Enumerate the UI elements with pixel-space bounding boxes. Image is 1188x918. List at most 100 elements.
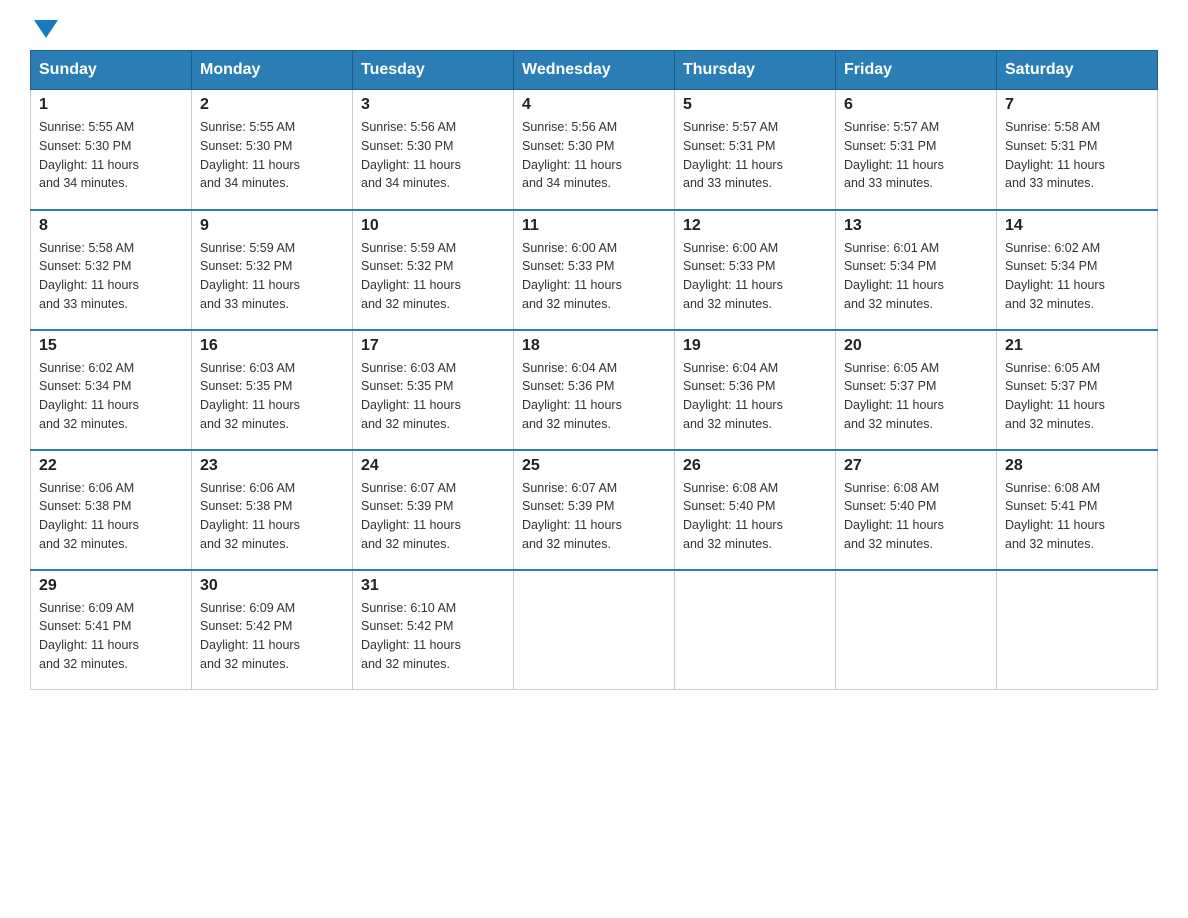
calendar-cell [675,570,836,690]
day-number: 16 [200,337,344,355]
calendar-cell: 16 Sunrise: 6:03 AM Sunset: 5:35 PM Dayl… [192,330,353,450]
day-number: 30 [200,577,344,595]
day-info: Sunrise: 5:58 AM Sunset: 5:31 PM Dayligh… [1005,118,1149,193]
calendar-cell: 3 Sunrise: 5:56 AM Sunset: 5:30 PM Dayli… [353,90,514,210]
calendar-cell: 2 Sunrise: 5:55 AM Sunset: 5:30 PM Dayli… [192,90,353,210]
day-info: Sunrise: 5:57 AM Sunset: 5:31 PM Dayligh… [683,118,827,193]
calendar-cell: 24 Sunrise: 6:07 AM Sunset: 5:39 PM Dayl… [353,450,514,570]
calendar-table: SundayMondayTuesdayWednesdayThursdayFrid… [30,50,1158,690]
day-info: Sunrise: 5:55 AM Sunset: 5:30 PM Dayligh… [39,118,183,193]
calendar-cell: 17 Sunrise: 6:03 AM Sunset: 5:35 PM Dayl… [353,330,514,450]
header-tuesday: Tuesday [353,51,514,90]
day-info: Sunrise: 6:09 AM Sunset: 5:42 PM Dayligh… [200,599,344,674]
calendar-header: SundayMondayTuesdayWednesdayThursdayFrid… [31,51,1158,90]
day-number: 28 [1005,457,1149,475]
day-info: Sunrise: 5:56 AM Sunset: 5:30 PM Dayligh… [361,118,505,193]
week-row-4: 22 Sunrise: 6:06 AM Sunset: 5:38 PM Dayl… [31,450,1158,570]
day-number: 24 [361,457,505,475]
header-wednesday: Wednesday [514,51,675,90]
day-number: 19 [683,337,827,355]
calendar-cell: 20 Sunrise: 6:05 AM Sunset: 5:37 PM Dayl… [836,330,997,450]
day-info: Sunrise: 6:07 AM Sunset: 5:39 PM Dayligh… [361,479,505,554]
calendar-cell: 18 Sunrise: 6:04 AM Sunset: 5:36 PM Dayl… [514,330,675,450]
calendar-cell: 26 Sunrise: 6:08 AM Sunset: 5:40 PM Dayl… [675,450,836,570]
day-info: Sunrise: 6:10 AM Sunset: 5:42 PM Dayligh… [361,599,505,674]
day-info: Sunrise: 6:00 AM Sunset: 5:33 PM Dayligh… [522,239,666,314]
calendar-cell: 14 Sunrise: 6:02 AM Sunset: 5:34 PM Dayl… [997,210,1158,330]
header-thursday: Thursday [675,51,836,90]
day-number: 29 [39,577,183,595]
calendar-cell: 28 Sunrise: 6:08 AM Sunset: 5:41 PM Dayl… [997,450,1158,570]
calendar-cell: 21 Sunrise: 6:05 AM Sunset: 5:37 PM Dayl… [997,330,1158,450]
calendar-cell: 5 Sunrise: 5:57 AM Sunset: 5:31 PM Dayli… [675,90,836,210]
day-number: 31 [361,577,505,595]
day-number: 26 [683,457,827,475]
day-number: 2 [200,96,344,114]
day-info: Sunrise: 6:02 AM Sunset: 5:34 PM Dayligh… [39,359,183,434]
page-header [30,20,1158,40]
day-info: Sunrise: 6:08 AM Sunset: 5:41 PM Dayligh… [1005,479,1149,554]
calendar-cell: 23 Sunrise: 6:06 AM Sunset: 5:38 PM Dayl… [192,450,353,570]
calendar-cell: 7 Sunrise: 5:58 AM Sunset: 5:31 PM Dayli… [997,90,1158,210]
logo-triangle-icon [34,20,58,38]
day-number: 8 [39,217,183,235]
calendar-cell: 15 Sunrise: 6:02 AM Sunset: 5:34 PM Dayl… [31,330,192,450]
day-number: 20 [844,337,988,355]
day-number: 18 [522,337,666,355]
day-info: Sunrise: 6:00 AM Sunset: 5:33 PM Dayligh… [683,239,827,314]
day-info: Sunrise: 6:08 AM Sunset: 5:40 PM Dayligh… [683,479,827,554]
day-number: 5 [683,96,827,114]
day-info: Sunrise: 6:09 AM Sunset: 5:41 PM Dayligh… [39,599,183,674]
day-number: 7 [1005,96,1149,114]
calendar-cell: 25 Sunrise: 6:07 AM Sunset: 5:39 PM Dayl… [514,450,675,570]
day-info: Sunrise: 6:04 AM Sunset: 5:36 PM Dayligh… [683,359,827,434]
day-number: 27 [844,457,988,475]
day-number: 14 [1005,217,1149,235]
calendar-cell: 8 Sunrise: 5:58 AM Sunset: 5:32 PM Dayli… [31,210,192,330]
calendar-cell: 22 Sunrise: 6:06 AM Sunset: 5:38 PM Dayl… [31,450,192,570]
day-info: Sunrise: 5:55 AM Sunset: 5:30 PM Dayligh… [200,118,344,193]
day-info: Sunrise: 6:05 AM Sunset: 5:37 PM Dayligh… [844,359,988,434]
day-info: Sunrise: 6:08 AM Sunset: 5:40 PM Dayligh… [844,479,988,554]
week-row-2: 8 Sunrise: 5:58 AM Sunset: 5:32 PM Dayli… [31,210,1158,330]
day-info: Sunrise: 5:58 AM Sunset: 5:32 PM Dayligh… [39,239,183,314]
day-number: 13 [844,217,988,235]
day-info: Sunrise: 5:57 AM Sunset: 5:31 PM Dayligh… [844,118,988,193]
day-info: Sunrise: 6:04 AM Sunset: 5:36 PM Dayligh… [522,359,666,434]
day-info: Sunrise: 6:03 AM Sunset: 5:35 PM Dayligh… [361,359,505,434]
day-number: 21 [1005,337,1149,355]
calendar-cell: 19 Sunrise: 6:04 AM Sunset: 5:36 PM Dayl… [675,330,836,450]
day-info: Sunrise: 6:05 AM Sunset: 5:37 PM Dayligh… [1005,359,1149,434]
header-friday: Friday [836,51,997,90]
calendar-cell [514,570,675,690]
calendar-cell: 12 Sunrise: 6:00 AM Sunset: 5:33 PM Dayl… [675,210,836,330]
day-number: 1 [39,96,183,114]
day-number: 22 [39,457,183,475]
week-row-5: 29 Sunrise: 6:09 AM Sunset: 5:41 PM Dayl… [31,570,1158,690]
calendar-cell: 31 Sunrise: 6:10 AM Sunset: 5:42 PM Dayl… [353,570,514,690]
day-info: Sunrise: 6:06 AM Sunset: 5:38 PM Dayligh… [39,479,183,554]
day-info: Sunrise: 5:59 AM Sunset: 5:32 PM Dayligh… [200,239,344,314]
day-info: Sunrise: 6:07 AM Sunset: 5:39 PM Dayligh… [522,479,666,554]
day-number: 12 [683,217,827,235]
logo-blue-text [30,20,58,40]
day-number: 6 [844,96,988,114]
day-number: 10 [361,217,505,235]
day-info: Sunrise: 5:56 AM Sunset: 5:30 PM Dayligh… [522,118,666,193]
day-info: Sunrise: 5:59 AM Sunset: 5:32 PM Dayligh… [361,239,505,314]
header-saturday: Saturday [997,51,1158,90]
calendar-cell: 29 Sunrise: 6:09 AM Sunset: 5:41 PM Dayl… [31,570,192,690]
header-row: SundayMondayTuesdayWednesdayThursdayFrid… [31,51,1158,90]
calendar-cell: 30 Sunrise: 6:09 AM Sunset: 5:42 PM Dayl… [192,570,353,690]
header-monday: Monday [192,51,353,90]
calendar-cell: 27 Sunrise: 6:08 AM Sunset: 5:40 PM Dayl… [836,450,997,570]
calendar-cell: 13 Sunrise: 6:01 AM Sunset: 5:34 PM Dayl… [836,210,997,330]
calendar-cell: 4 Sunrise: 5:56 AM Sunset: 5:30 PM Dayli… [514,90,675,210]
day-number: 11 [522,217,666,235]
calendar-cell [836,570,997,690]
calendar-cell: 1 Sunrise: 5:55 AM Sunset: 5:30 PM Dayli… [31,90,192,210]
day-number: 3 [361,96,505,114]
calendar-cell: 10 Sunrise: 5:59 AM Sunset: 5:32 PM Dayl… [353,210,514,330]
day-number: 25 [522,457,666,475]
calendar-cell: 6 Sunrise: 5:57 AM Sunset: 5:31 PM Dayli… [836,90,997,210]
